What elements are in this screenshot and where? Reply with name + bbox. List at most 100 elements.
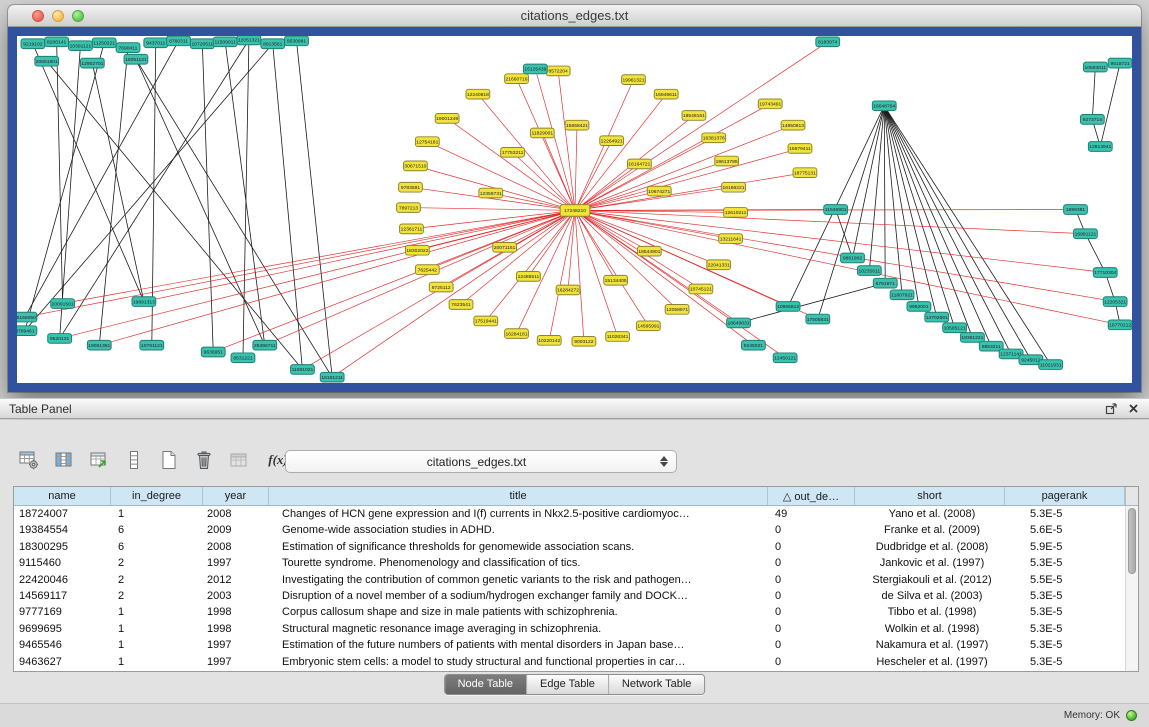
graph-node[interactable]: 9962001	[907, 302, 931, 312]
table-row[interactable]: 1456911722003Disruption of a novel membe…	[14, 588, 1125, 604]
graph-node[interactable]: 20651901	[35, 56, 59, 66]
graph-node[interactable]: 16051121	[124, 54, 148, 64]
table-arrows-icon[interactable]	[88, 448, 110, 472]
graph-node[interactable]: 10720511	[190, 39, 214, 49]
graph-node[interactable]: 8200141	[45, 37, 69, 47]
column-header-short[interactable]: short	[855, 487, 1005, 505]
scrollbar-thumb[interactable]	[1128, 508, 1136, 574]
graph-node[interactable]: 17248210	[560, 205, 590, 217]
graph-node[interactable]: 15134405	[604, 275, 628, 285]
graph-node[interactable]: 18544901	[637, 246, 661, 256]
graph-node[interactable]: 20091501	[51, 299, 75, 309]
graph-node[interactable]: 18775131	[793, 168, 817, 178]
graph-node[interactable]: 16949611	[654, 89, 678, 99]
graph-node[interactable]: 19001249	[435, 114, 459, 124]
graph-node[interactable]: 10965812	[776, 302, 800, 312]
graph-node[interactable]: 15679411	[788, 144, 812, 154]
graph-node[interactable]: 16381376	[702, 133, 726, 143]
graph-node[interactable]: 14595991	[636, 321, 660, 331]
graph-node[interactable]: 19891313	[132, 297, 156, 307]
graph-node[interactable]: 8183074	[816, 37, 840, 47]
graph-node[interactable]: 11581021	[291, 365, 315, 375]
graph-node[interactable]: 8531221	[231, 353, 255, 363]
graph-node[interactable]: 15658421	[565, 120, 589, 130]
graph-node[interactable]: 10745121	[689, 284, 713, 294]
column-header-title[interactable]: title	[269, 487, 768, 505]
graph-node[interactable]: 19051351	[87, 340, 111, 350]
graph-node[interactable]: 12450121	[773, 353, 797, 363]
graph-node[interactable]: 17753211	[501, 147, 525, 157]
graph-node[interactable]: 14702591	[925, 312, 949, 322]
network-canvas[interactable]: 1724821085722042166071612240818190012491…	[17, 36, 1132, 383]
graph-node[interactable]: 1599381	[1064, 205, 1088, 215]
graph-node[interactable]: 9245021	[742, 340, 766, 350]
graph-node[interactable]: 11546901	[824, 205, 848, 215]
graph-node[interactable]: 12902701	[80, 58, 104, 68]
graph-node[interactable]: 16648794	[872, 101, 896, 111]
row-height-icon[interactable]	[123, 448, 145, 472]
graph-node[interactable]: 12205321	[1103, 297, 1127, 307]
graph-node[interactable]: 20071151	[493, 242, 517, 252]
graph-node[interactable]: 10585121	[943, 323, 967, 333]
window-titlebar[interactable]: citations_edges.txt	[8, 5, 1141, 27]
graph-node[interactable]: 6791971	[873, 278, 897, 288]
column-header-out_degree[interactable]: △ out_de…	[768, 487, 855, 505]
zoom-window-button[interactable]	[72, 10, 84, 22]
graph-node[interactable]: 16284181	[505, 329, 529, 339]
graph-node[interactable]: 19613785	[715, 156, 739, 166]
new-document-icon[interactable]	[158, 448, 180, 472]
column-header-year[interactable]: year	[203, 487, 269, 505]
graph-node[interactable]: 9783581	[399, 182, 423, 192]
tab-node-table[interactable]: Node Table	[445, 675, 526, 694]
graph-node[interactable]: 10235611	[857, 266, 881, 276]
graph-node[interactable]: 12051321	[237, 36, 261, 45]
show-columns-icon[interactable]	[53, 448, 75, 472]
table-row[interactable]: 946362711997Embryonic stem cells: a mode…	[14, 654, 1125, 670]
graph-node[interactable]: 12610211	[724, 208, 748, 218]
graph-node[interactable]: 12361711	[400, 224, 424, 234]
graph-node[interactable]: 17519441	[474, 316, 498, 326]
graph-node[interactable]: 8760311	[167, 36, 191, 46]
graph-node[interactable]: 10674271	[647, 186, 671, 196]
table-row[interactable]: 969969511998Structural magnetic resonanc…	[14, 621, 1125, 637]
graph-node[interactable]: 10593011	[1083, 62, 1107, 72]
close-window-button[interactable]	[32, 10, 44, 22]
graph-node[interactable]: 12240818	[466, 89, 490, 99]
minimize-window-button[interactable]	[52, 10, 64, 22]
float-panel-icon[interactable]	[1105, 402, 1118, 415]
graph-node[interactable]: 11021931	[1039, 360, 1063, 370]
graph-node[interactable]: 9003122	[572, 336, 596, 346]
graph-node[interactable]: 9518721	[1108, 58, 1132, 68]
graph-node[interactable]: 16981121	[1074, 229, 1098, 239]
graph-node[interactable]: 21660716	[505, 74, 529, 84]
table-row[interactable]: 977716911998Corpus callosum shape and si…	[14, 604, 1125, 620]
graph-node[interactable]: 11026341	[606, 332, 630, 342]
table-row[interactable]: 911546021997Tourette syndrome. Phenomeno…	[14, 555, 1125, 571]
graph-node[interactable]: 9437011	[144, 38, 168, 48]
graph-node[interactable]: 9520131	[48, 334, 72, 344]
graph-node[interactable]: 18381221	[961, 333, 985, 343]
graph-node[interactable]: 19961321	[622, 75, 646, 85]
graph-node[interactable]: 12754181	[415, 137, 439, 147]
graph-node[interactable]: 11250221	[92, 38, 116, 48]
graph-node[interactable]: 19743491	[758, 99, 782, 109]
close-panel-icon[interactable]	[1128, 403, 1139, 414]
graph-node[interactable]: 12485511	[517, 272, 541, 282]
graph-node[interactable]: 7897213	[397, 203, 421, 213]
graph-node[interactable]: 30671510	[404, 161, 428, 171]
table-row[interactable]: 1830029562008Estimation of significance …	[14, 539, 1125, 555]
graph-node[interactable]: 10220142	[537, 336, 561, 346]
graph-node[interactable]: 17505931	[806, 314, 830, 324]
graph-node[interactable]: 11807921	[890, 290, 914, 300]
graph-node[interactable]: 13211641	[719, 234, 743, 244]
graph-node[interactable]: 9725112	[429, 282, 453, 292]
graph-node[interactable]: 8789461	[17, 326, 37, 336]
graph-node[interactable]: 17710304	[1093, 268, 1117, 278]
network-table-select[interactable]: citations_edges.txt	[285, 450, 677, 473]
table-row[interactable]: 2242004622012Investigating the contribut…	[14, 572, 1125, 588]
graph-node[interactable]: 7623541	[449, 300, 473, 310]
graph-node[interactable]: 16770212	[1108, 320, 1132, 330]
graph-node[interactable]: 16164721	[628, 159, 652, 169]
graph-node[interactable]: 7625442	[415, 265, 439, 275]
graph-node[interactable]: 12359731	[479, 188, 503, 198]
